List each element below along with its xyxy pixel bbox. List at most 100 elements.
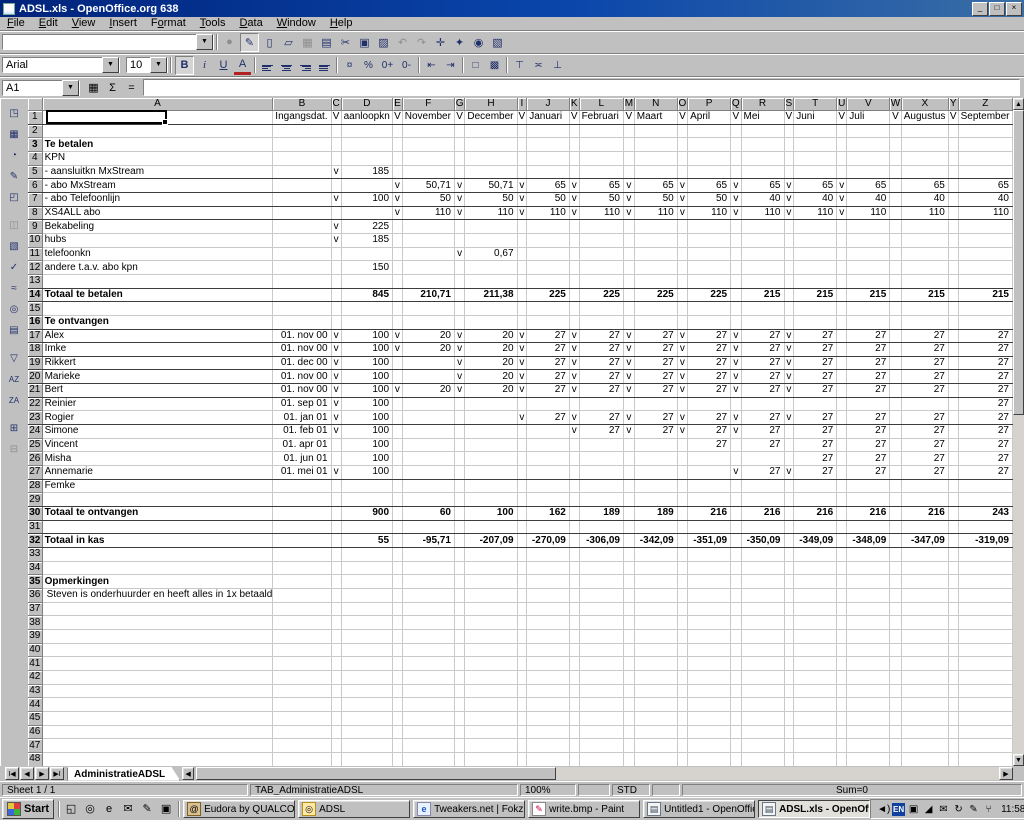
cell-C15[interactable] [331, 302, 341, 316]
cell-S19[interactable]: v [784, 356, 794, 370]
cell-M26[interactable] [623, 452, 634, 466]
cell-F36[interactable] [402, 588, 454, 602]
cell-H29[interactable] [465, 493, 517, 507]
cell-W32[interactable] [890, 534, 901, 548]
cell-A45[interactable] [42, 711, 273, 725]
cell-E29[interactable] [393, 493, 403, 507]
cell-K15[interactable] [569, 302, 579, 316]
cell-F26[interactable] [402, 452, 454, 466]
cell-W27[interactable] [890, 466, 901, 480]
cell-G13[interactable] [454, 274, 464, 288]
cell-P18[interactable]: 27 [688, 343, 731, 357]
row-header-40[interactable]: 40 [28, 643, 42, 657]
cell-J26[interactable] [527, 452, 570, 466]
cell-F15[interactable] [402, 302, 454, 316]
cell-J25[interactable] [527, 438, 570, 452]
cell-Q19[interactable]: v [731, 356, 741, 370]
cell-P41[interactable] [688, 657, 731, 671]
cell-W14[interactable] [890, 288, 901, 302]
cell-B29[interactable] [273, 493, 331, 507]
cell-Z1[interactable]: September [958, 111, 1012, 125]
gallery-icon[interactable]: ▧ [489, 34, 506, 51]
cell-D3[interactable] [341, 138, 392, 152]
cell-B33[interactable] [273, 548, 331, 562]
cell-K33[interactable] [569, 548, 579, 562]
cell-P26[interactable] [688, 452, 731, 466]
cell-K31[interactable] [569, 520, 579, 534]
cell-F5[interactable] [402, 165, 454, 179]
cell-N14[interactable]: 225 [634, 288, 677, 302]
cell-H28[interactable] [465, 479, 517, 493]
cell-V46[interactable] [847, 725, 890, 739]
cell-R32[interactable]: -350,09 [741, 534, 784, 548]
cell-D39[interactable] [341, 629, 392, 643]
cell-N4[interactable] [634, 151, 677, 165]
cell-R18[interactable]: 27 [741, 343, 784, 357]
cell-V27[interactable]: 27 [847, 466, 890, 480]
cell-A19[interactable]: Rikkert [42, 356, 273, 370]
cell-J23[interactable]: 27 [527, 411, 570, 425]
cell-D23[interactable]: 100 [341, 411, 392, 425]
cell-G43[interactable] [454, 684, 464, 698]
cell-T35[interactable] [794, 575, 837, 589]
cell-P42[interactable] [688, 670, 731, 684]
find-replace-icon[interactable]: ◎ [4, 300, 24, 319]
font-size-combobox[interactable]: 10 ▼ [126, 57, 168, 73]
cell-M46[interactable] [623, 725, 634, 739]
cell-N3[interactable] [634, 138, 677, 152]
chevron-down-icon[interactable]: ▼ [102, 57, 119, 73]
cell-R5[interactable] [741, 165, 784, 179]
align-center-vertical-icon[interactable]: ≍ [530, 57, 547, 74]
cell-Q5[interactable] [731, 165, 741, 179]
cell-S44[interactable] [784, 698, 794, 712]
cell-A25[interactable]: Vincent [42, 438, 273, 452]
cell-V35[interactable] [847, 575, 890, 589]
cell-F8[interactable]: 110 [402, 206, 454, 220]
cell-H23[interactable] [465, 411, 517, 425]
cell-G35[interactable] [454, 575, 464, 589]
cell-W9[interactable] [890, 220, 901, 234]
row-header-5[interactable]: 5 [28, 165, 42, 179]
cell-W28[interactable] [890, 479, 901, 493]
cell-B14[interactable] [273, 288, 331, 302]
cell-V42[interactable] [847, 670, 890, 684]
cell-T16[interactable] [794, 315, 837, 329]
cell-U39[interactable] [837, 629, 847, 643]
cell-Z41[interactable] [958, 657, 1012, 671]
cell-Y31[interactable] [948, 520, 958, 534]
cell-U21[interactable] [837, 384, 847, 398]
cell-Q24[interactable]: v [731, 425, 741, 439]
cell-F33[interactable] [402, 548, 454, 562]
cell-E22[interactable] [393, 397, 403, 411]
display-icon[interactable]: ▣ [158, 801, 174, 817]
cell-L27[interactable] [579, 466, 623, 480]
cell-L16[interactable] [579, 315, 623, 329]
cell-Q14[interactable] [731, 288, 741, 302]
cell-J7[interactable]: 50 [527, 192, 570, 206]
cell-O27[interactable] [677, 466, 687, 480]
cell-Y48[interactable] [948, 752, 958, 766]
cell-M21[interactable]: v [623, 384, 634, 398]
cell-I5[interactable] [517, 165, 527, 179]
cell-I40[interactable] [517, 643, 527, 657]
last-sheet-button[interactable]: ▶I [50, 767, 64, 780]
cell-G33[interactable] [454, 548, 464, 562]
cell-R8[interactable]: 110 [741, 206, 784, 220]
cell-V8[interactable]: 110 [847, 206, 890, 220]
cell-C11[interactable] [331, 247, 341, 261]
cell-Y16[interactable] [948, 315, 958, 329]
cell-U34[interactable] [837, 561, 847, 575]
row-header-46[interactable]: 46 [28, 725, 42, 739]
cell-H45[interactable] [465, 711, 517, 725]
cell-Y34[interactable] [948, 561, 958, 575]
cell-T12[interactable] [794, 261, 837, 275]
cell-P2[interactable] [688, 124, 731, 138]
cell-F24[interactable] [402, 425, 454, 439]
cell-N47[interactable] [634, 739, 677, 753]
cell-Q44[interactable] [731, 698, 741, 712]
cell-S27[interactable]: v [784, 466, 794, 480]
cell-B45[interactable] [273, 711, 331, 725]
column-header-U[interactable]: U [837, 98, 847, 111]
cell-N8[interactable]: 110 [634, 206, 677, 220]
cell-Q6[interactable]: v [731, 179, 741, 193]
